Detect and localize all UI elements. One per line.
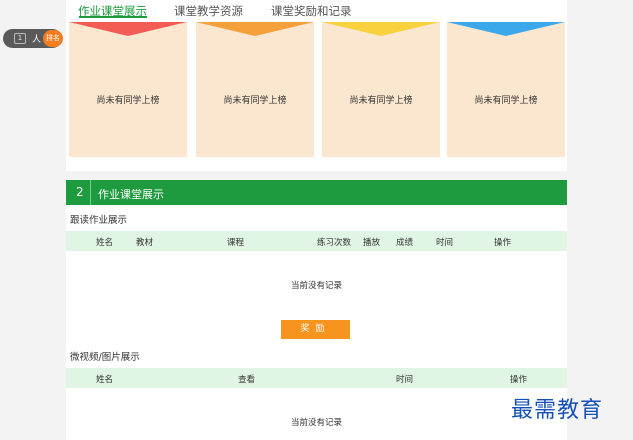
ranking-ribbon-orange	[196, 22, 314, 36]
section-number: 2	[76, 185, 84, 199]
column-header: 操作	[510, 375, 528, 385]
tab-rewards-records[interactable]: 课堂奖励和记录	[271, 3, 352, 19]
ranking-card-3: 尚未有同学上榜	[322, 22, 440, 157]
ranking-card-1: 尚未有同学上榜	[69, 22, 187, 157]
ranking-ribbon-blue	[447, 22, 565, 36]
column-header: 教材	[136, 238, 154, 248]
ranking-card-4: 尚未有同学上榜	[447, 22, 565, 157]
homework-display-section: 2 作业课堂展示 跟读作业展示 姓名 教材 课程 练习次数 播放 成绩 时间 操…	[66, 180, 567, 440]
column-header: 时间	[396, 375, 414, 385]
section-header-divider	[90, 180, 91, 205]
column-header: 查看	[238, 375, 256, 385]
reading-table-header: 姓名 教材 课程 练习次数 播放 成绩 时间 操作	[66, 231, 567, 251]
column-header: 操作	[494, 238, 512, 248]
column-header: 练习次数	[317, 238, 352, 248]
ranking-empty-text: 尚未有同学上榜	[223, 96, 287, 106]
reading-homework-title: 跟读作业展示	[70, 215, 128, 226]
column-header: 课程	[227, 238, 245, 248]
column-header: 成绩	[396, 238, 414, 248]
reward-button[interactable]: 奖励	[281, 320, 350, 339]
video-image-title: 微视频/图片展示	[70, 352, 140, 363]
ranking-empty-text: 尚未有同学上榜	[96, 96, 160, 106]
ranking-empty-text: 尚未有同学上榜	[349, 96, 413, 106]
rank-button[interactable]: 排名	[43, 30, 63, 47]
section-title: 作业课堂展示	[98, 188, 164, 201]
watermark-logo: 最需教育	[511, 398, 604, 423]
column-header: 播放	[363, 238, 381, 248]
reading-empty-record: 当前没有记录	[290, 281, 342, 291]
ranking-ribbon-yellow	[322, 22, 440, 36]
column-header: 时间	[436, 238, 454, 248]
section-header: 2 作业课堂展示	[66, 180, 567, 205]
column-header: 姓名	[96, 375, 114, 385]
ranking-card-2: 尚未有同学上榜	[196, 22, 314, 157]
student-count-unit: 人	[32, 35, 42, 45]
student-count-pill: 1 人 排名	[3, 29, 63, 48]
video-table-header: 姓名 查看 时间 操作	[66, 368, 567, 388]
top-tab-bar: 作业课堂展示 课堂教学资源 课堂奖励和记录	[66, 0, 567, 20]
active-tab-underline	[79, 16, 147, 18]
ranking-panel: 尚未有同学上榜 尚未有同学上榜 尚未有同学上榜 尚未有同学上榜	[66, 20, 567, 171]
video-empty-record: 当前没有记录	[290, 418, 342, 428]
column-header: 姓名	[96, 238, 114, 248]
ranking-ribbon-red	[69, 22, 187, 36]
ranking-empty-text: 尚未有同学上榜	[474, 96, 538, 106]
student-count-value: 1	[14, 33, 26, 44]
tab-teaching-resources[interactable]: 课堂教学资源	[174, 3, 243, 19]
